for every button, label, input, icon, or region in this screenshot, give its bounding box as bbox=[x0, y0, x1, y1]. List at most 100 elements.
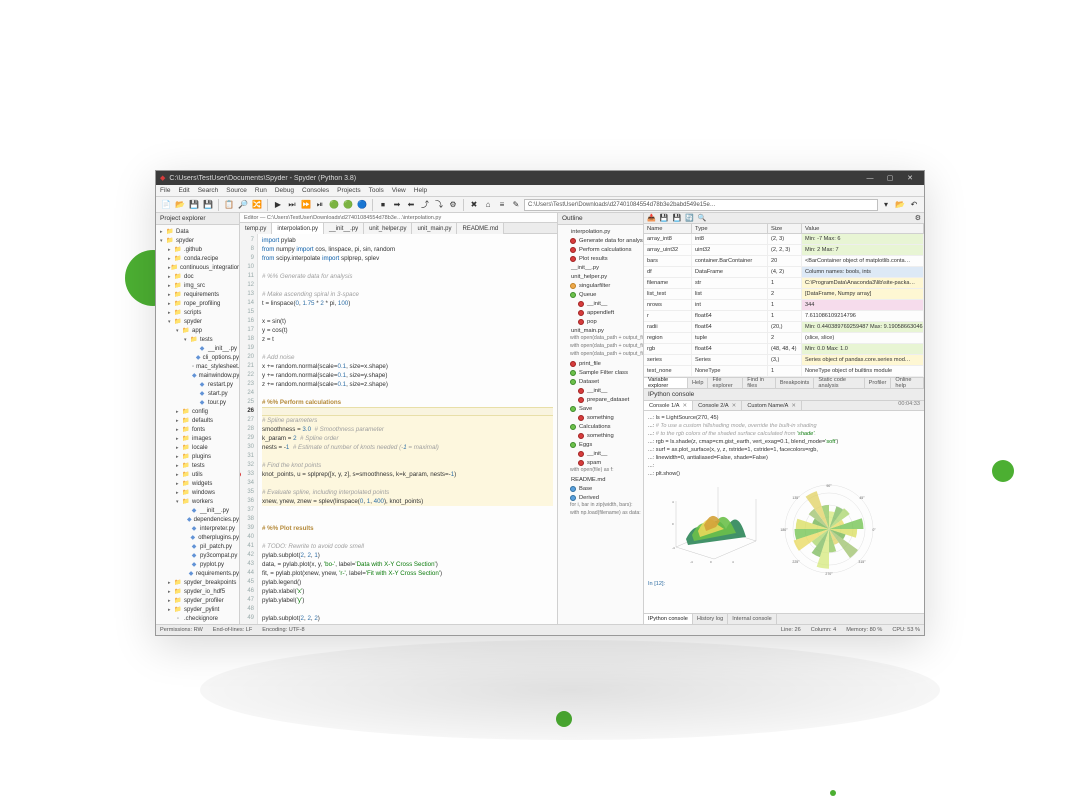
outline-item[interactable]: __init__ bbox=[558, 299, 643, 308]
toolbar-btn-5[interactable]: 🔎 bbox=[237, 199, 249, 211]
varexp-row[interactable]: barscontainer.BarContainer20<BarContaine… bbox=[644, 256, 924, 267]
menu-view[interactable]: View bbox=[392, 187, 406, 194]
toolbar-btn-8[interactable]: ⏭ bbox=[286, 199, 298, 211]
toolbar-btn-20[interactable]: ✖ bbox=[468, 199, 480, 211]
code-editor[interactable]: 7891011121314151617181920212223242526272… bbox=[240, 234, 557, 624]
tree-item[interactable]: ▸📁scripts bbox=[156, 308, 239, 317]
editor-tab[interactable]: unit_main.py bbox=[412, 223, 457, 234]
toolbar-btn-1[interactable]: 📂 bbox=[174, 199, 186, 211]
outline-item[interactable]: Base bbox=[558, 484, 643, 493]
varexp-row[interactable]: radiifloat64(20,)Min: 0.440389769259487 … bbox=[644, 322, 924, 333]
outline-item[interactable]: print_file bbox=[558, 359, 643, 368]
panel-tab[interactable]: Internal console bbox=[728, 614, 777, 624]
toolbar-btn-6[interactable]: 🔀 bbox=[251, 199, 263, 211]
varexp-row[interactable]: filenamestr1C:\ProgramData\Anaconda3\lib… bbox=[644, 278, 924, 289]
toolbar-btn-4[interactable]: 📋 bbox=[223, 199, 235, 211]
toolbar-btn-3[interactable]: 💾 bbox=[202, 199, 214, 211]
addr-btn-1[interactable]: 📂 bbox=[894, 199, 906, 211]
tree-item[interactable]: ▸📁continuous_integration bbox=[156, 263, 239, 272]
tree-item[interactable]: ▸📁doc bbox=[156, 272, 239, 281]
tree-item[interactable]: ▸📁utils bbox=[156, 470, 239, 479]
col-value[interactable]: Value bbox=[802, 224, 924, 233]
outline-item[interactable]: something bbox=[558, 413, 643, 422]
panel-tab[interactable]: Find in files bbox=[743, 378, 776, 388]
addr-btn-0[interactable]: ▾ bbox=[880, 199, 892, 211]
tree-item[interactable]: ▸📁fonts bbox=[156, 425, 239, 434]
toolbar-btn-15[interactable]: ➡ bbox=[391, 199, 403, 211]
toolbar-btn-23[interactable]: ✎ bbox=[510, 199, 522, 211]
outline-item[interactable]: Save bbox=[558, 404, 643, 413]
col-type[interactable]: Type bbox=[692, 224, 768, 233]
tree-item[interactable]: ▸📁widgets bbox=[156, 479, 239, 488]
tree-item[interactable]: ▸📁config bbox=[156, 407, 239, 416]
tree-item[interactable]: ◆dependencies.py bbox=[156, 515, 239, 524]
outline-item[interactable]: README.md bbox=[558, 475, 643, 484]
outline-item[interactable]: Perform calculations bbox=[558, 245, 643, 254]
tree-item[interactable]: ◆__init__.py bbox=[156, 344, 239, 353]
outline-item[interactable]: __init__ bbox=[558, 386, 643, 395]
close-button[interactable]: ✕ bbox=[900, 174, 920, 182]
tree-item[interactable]: ▸📁plugins bbox=[156, 452, 239, 461]
close-icon[interactable]: ✕ bbox=[791, 403, 796, 409]
tree-item[interactable]: ◆pil_patch.py bbox=[156, 542, 239, 551]
tree-item[interactable]: ◆mainwindow.py bbox=[156, 371, 239, 380]
outline-item[interactable]: Queue bbox=[558, 290, 643, 299]
tree-item[interactable]: ▸📁windows bbox=[156, 488, 239, 497]
col-size[interactable]: Size bbox=[768, 224, 802, 233]
tree-item[interactable]: ◆interpreter.py bbox=[156, 524, 239, 533]
varexp-table[interactable]: Name Type Size Value array_int8int8(2, 3… bbox=[644, 224, 924, 377]
outline-item[interactable]: unit_helper.py bbox=[558, 272, 643, 281]
menu-source[interactable]: Source bbox=[226, 187, 247, 194]
tree-item[interactable]: ▸📁img_src bbox=[156, 281, 239, 290]
panel-tab[interactable]: File explorer bbox=[708, 378, 743, 388]
varexp-row[interactable]: seriesSeries(3,)Series object of pandas.… bbox=[644, 355, 924, 366]
tree-item[interactable]: ▾📁workers bbox=[156, 497, 239, 506]
varexp-row[interactable]: array_int8int8(2, 3)Min: -7 Max: 6 bbox=[644, 234, 924, 245]
toolbar-btn-16[interactable]: ⬅ bbox=[405, 199, 417, 211]
console-tab[interactable]: Console 1/A ✕ bbox=[644, 401, 693, 410]
menu-search[interactable]: Search bbox=[198, 187, 219, 194]
menu-file[interactable]: File bbox=[160, 187, 170, 194]
panel-tab[interactable]: Static code analysis bbox=[814, 378, 864, 388]
varexp-row[interactable]: rfloat6417.611086109214796 bbox=[644, 311, 924, 322]
tree-item[interactable]: ▾📁spyder bbox=[156, 317, 239, 326]
tree-item[interactable]: ◆requirements.py bbox=[156, 569, 239, 578]
editor-tab[interactable]: temp.py bbox=[240, 223, 272, 234]
outline-item[interactable]: Derived bbox=[558, 493, 643, 502]
tree-item[interactable]: ▫.checkignore bbox=[156, 614, 239, 623]
varexp-refresh-icon[interactable]: 🔄 bbox=[685, 214, 694, 222]
menu-projects[interactable]: Projects bbox=[337, 187, 360, 194]
tree-item[interactable]: ▸📁images bbox=[156, 434, 239, 443]
tree-item[interactable]: ▸📁.github bbox=[156, 245, 239, 254]
varexp-save-icon[interactable]: 💾 bbox=[660, 214, 669, 222]
outline-item[interactable]: __init__.py bbox=[558, 263, 643, 272]
tree-item[interactable]: ◆start.py bbox=[156, 389, 239, 398]
varexp-options-icon[interactable]: ⚙ bbox=[915, 214, 921, 222]
toolbar-btn-12[interactable]: 🟢 bbox=[342, 199, 354, 211]
toolbar-btn-2[interactable]: 💾 bbox=[188, 199, 200, 211]
tree-item[interactable]: ◆cli_options.py bbox=[156, 353, 239, 362]
outline-item[interactable]: Dataset bbox=[558, 377, 643, 386]
panel-tab[interactable]: Profiler bbox=[865, 378, 892, 388]
editor-code[interactable]: import pylabfrom numpy import cos, linsp… bbox=[258, 234, 557, 624]
menu-help[interactable]: Help bbox=[414, 187, 427, 194]
tree-item[interactable]: ▸📁conda.recipe bbox=[156, 254, 239, 263]
outline-item[interactable]: Eggs bbox=[558, 440, 643, 449]
tree-item[interactable]: ◆__init__.py bbox=[156, 506, 239, 515]
toolbar-btn-11[interactable]: 🟢 bbox=[328, 199, 340, 211]
toolbar-btn-7[interactable]: ▶ bbox=[272, 199, 284, 211]
outline-item[interactable]: pop bbox=[558, 317, 643, 326]
panel-tab[interactable]: IPython console bbox=[644, 614, 693, 624]
console-tab[interactable]: Custom Name/A ✕ bbox=[742, 401, 802, 410]
close-icon[interactable]: ✕ bbox=[682, 403, 687, 409]
varexp-row[interactable]: test_noneNoneType1NoneType object of bui… bbox=[644, 366, 924, 377]
toolbar-btn-13[interactable]: 🔵 bbox=[356, 199, 368, 211]
outline-item[interactable]: Plot results bbox=[558, 254, 643, 263]
varexp-import-icon[interactable]: 📥 bbox=[647, 214, 656, 222]
toolbar-btn-10[interactable]: ⏯ bbox=[314, 199, 326, 211]
outline-item[interactable]: appendleft bbox=[558, 308, 643, 317]
varexp-row[interactable]: regiontuple2(slice, slice) bbox=[644, 333, 924, 344]
toolbar-btn-18[interactable]: ⤵ bbox=[433, 199, 445, 211]
varexp-search-icon[interactable]: 🔍 bbox=[698, 214, 707, 222]
tree-item[interactable]: ▸📁spyder_pylint bbox=[156, 605, 239, 614]
